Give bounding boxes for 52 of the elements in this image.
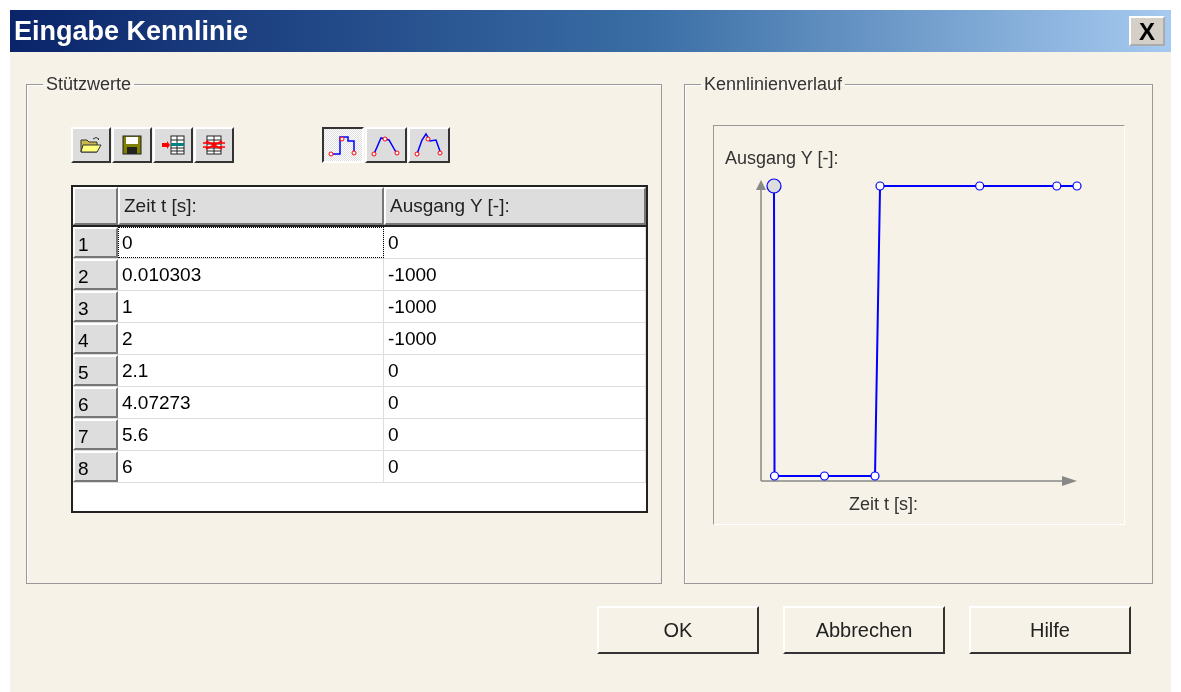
row-header[interactable]: 1 <box>73 227 118 258</box>
table-cell[interactable]: 2 <box>118 323 384 354</box>
toolbar-button[interactable] <box>71 127 111 163</box>
table-cell[interactable]: 0.010303 <box>118 259 384 290</box>
table-cell[interactable]: 4.07273 <box>118 387 384 418</box>
axis-label: Zeit t [s]: <box>848 494 918 515</box>
table-cell[interactable]: 6 <box>118 451 384 482</box>
toolbar-button[interactable] <box>153 127 193 163</box>
row-header[interactable]: 4 <box>73 323 118 354</box>
data-point[interactable] <box>819 471 830 481</box>
table-cell[interactable]: 0 <box>118 227 384 258</box>
group-title: Stützwerte <box>45 74 133 95</box>
table-cell[interactable]: 0 <box>384 355 646 386</box>
table-cell[interactable]: 0 <box>384 451 646 482</box>
data-point[interactable] <box>870 471 880 481</box>
row-header[interactable]: 5 <box>73 355 118 386</box>
row-header[interactable]: 8 <box>73 451 118 482</box>
toolbar-button[interactable] <box>112 127 152 163</box>
dialog-button[interactable]: OK <box>597 606 759 654</box>
delete-row-icon <box>202 135 226 155</box>
table-cell[interactable]: 0 <box>384 419 646 450</box>
data-point[interactable] <box>1072 181 1082 191</box>
axis-label: Ausgang Y [-]: <box>724 148 839 169</box>
group-title: Kennlinienverlauf <box>702 74 844 95</box>
table-cell[interactable]: 1 <box>118 291 384 322</box>
window-title: Eingabe Kennlinie <box>14 15 249 47</box>
data-point[interactable] <box>1052 181 1062 191</box>
data-point[interactable] <box>766 178 782 194</box>
data-point[interactable] <box>769 471 780 481</box>
folder-icon <box>80 136 102 154</box>
table-cell[interactable]: 0 <box>384 227 646 258</box>
table-cell[interactable]: -1000 <box>384 259 646 290</box>
table-cell[interactable]: 0 <box>384 387 646 418</box>
column-header[interactable]: Ausgang Y [-]: <box>384 187 646 225</box>
row-header[interactable]: 3 <box>73 291 118 322</box>
table-cell[interactable]: -1000 <box>384 291 646 322</box>
table-cell[interactable]: -1000 <box>384 323 646 354</box>
table-cell[interactable]: 2.1 <box>118 355 384 386</box>
dialog-button[interactable]: Hilfe <box>969 606 1131 654</box>
data-point[interactable] <box>875 181 885 191</box>
dialog-button[interactable]: Abbrechen <box>783 606 945 654</box>
curve-mode-button[interactable] <box>322 127 364 163</box>
close-button[interactable]: X <box>1129 16 1165 46</box>
insert-row-icon <box>161 135 185 155</box>
row-header[interactable]: 7 <box>73 419 118 450</box>
peak-curve-icon <box>414 132 444 158</box>
row-header[interactable]: 6 <box>73 387 118 418</box>
row-header[interactable]: 2 <box>73 259 118 290</box>
column-header[interactable]: Zeit t [s]: <box>118 187 384 225</box>
data-point[interactable] <box>975 181 985 191</box>
table-cell[interactable]: 5.6 <box>118 419 384 450</box>
toolbar-button[interactable] <box>194 127 234 163</box>
